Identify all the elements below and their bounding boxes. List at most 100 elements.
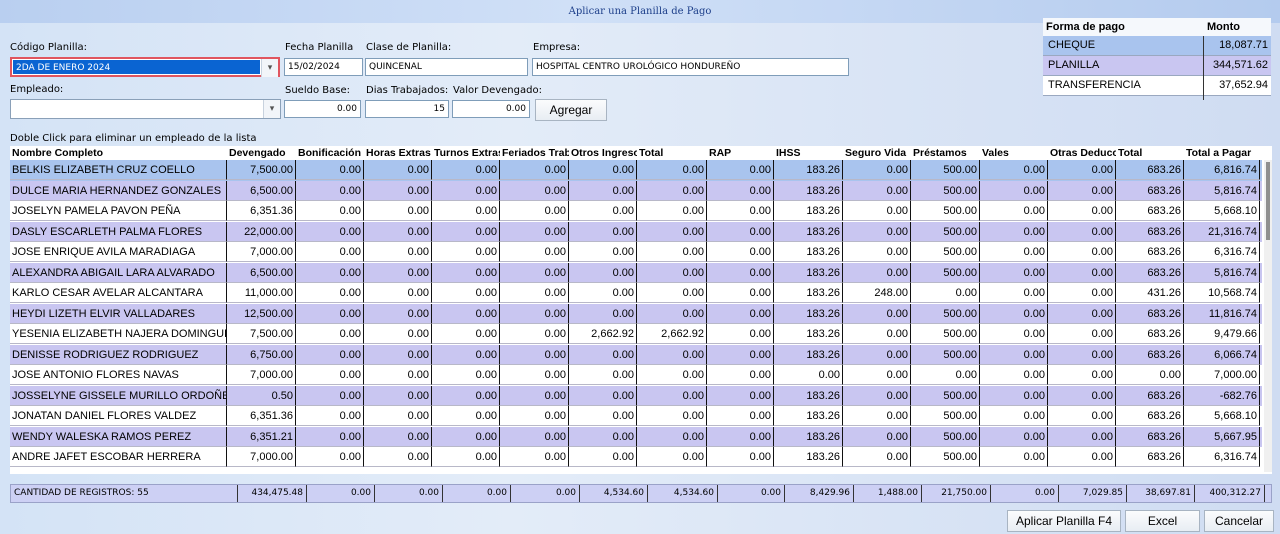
col-bonificacion-header[interactable]: Bonificación	[298, 146, 364, 160]
table-cell: 0.00	[707, 262, 774, 283]
table-cell: 0.00	[843, 365, 911, 385]
payment-row[interactable]: PLANILLA 344,571.62	[1043, 56, 1271, 76]
clase-planilla-field[interactable]: QUINCENAL	[365, 58, 528, 76]
table-cell: 683.26	[1116, 262, 1184, 283]
table-cell: 183.26	[774, 262, 843, 283]
valor-devengado-field[interactable]: 0.00	[452, 100, 530, 118]
empleado-select[interactable]: ▾	[10, 99, 281, 119]
table-cell: 431.26	[1116, 283, 1184, 303]
col-seguro-vida-header[interactable]: Seguro Vida	[845, 146, 911, 160]
table-cell: 6,316.74	[1184, 447, 1260, 467]
excel-button[interactable]: Excel	[1125, 510, 1200, 532]
table-cell: 0.00	[432, 406, 500, 426]
col-rap-header[interactable]: RAP	[709, 146, 774, 160]
agregar-button[interactable]: Agregar	[535, 99, 607, 121]
payment-row[interactable]: CHEQUE 18,087.71	[1043, 36, 1271, 56]
table-cell: 0.00	[569, 426, 637, 447]
table-cell: 7,000.00	[227, 242, 296, 262]
col-total-pagar-header[interactable]: Total a Pagar	[1186, 146, 1260, 160]
col-nombre-header[interactable]: Nombre Completo	[12, 146, 227, 160]
total-cell: 0.00	[307, 485, 375, 502]
table-cell: 0.00	[774, 365, 843, 385]
table-cell: 0.00	[569, 242, 637, 262]
table-cell: 0.00	[364, 324, 432, 344]
table-cell: 500.00	[911, 160, 980, 180]
col-horas-extras-header[interactable]: Horas Extras	[366, 146, 432, 160]
table-row[interactable]: HEYDI LIZETH ELVIR VALLADARES 12,500.00 0.…	[10, 303, 1262, 324]
table-cell: 183.26	[774, 406, 843, 426]
cancelar-button[interactable]: Cancelar	[1204, 510, 1274, 532]
scrollbar-thumb[interactable]	[1266, 162, 1270, 240]
table-cell: 0.00	[1048, 447, 1116, 467]
table-row[interactable]: WENDY WALESKA RAMOS PEREZ 6,351.21 0.00 0.0…	[10, 426, 1262, 447]
table-cell: 0.00	[500, 303, 569, 324]
table-cell: 683.26	[1116, 180, 1184, 201]
payment-row[interactable]: TRANSFERENCIA 37,652.94	[1043, 76, 1271, 96]
table-row[interactable]: KARLO CESAR AVELAR ALCANTARA 11,000.00 0.0…	[10, 283, 1262, 304]
table-cell: 0.00	[432, 324, 500, 344]
table-cell: 0.00	[843, 180, 911, 201]
table-cell: 683.26	[1116, 406, 1184, 426]
employee-grid[interactable]: Nombre Completo Devengado Bonificación Hora…	[10, 146, 1272, 474]
table-cell: 183.26	[774, 447, 843, 467]
table-cell: 183.26	[774, 324, 843, 344]
col-prestamos-header[interactable]: Préstamos	[913, 146, 980, 160]
col-total-deducc-header[interactable]: Total	[1118, 146, 1184, 160]
col-otros-ingresos-header[interactable]: Otros Ingresos	[571, 146, 637, 160]
table-row[interactable]: JONATAN DANIEL FLORES VALDEZ 6,351.36 0.00…	[10, 406, 1262, 427]
table-cell: 0.00	[980, 160, 1048, 180]
table-cell: JONATAN DANIEL FLORES VALDEZ	[10, 406, 227, 426]
table-cell: 6,750.00	[227, 344, 296, 365]
table-cell: DULCE MARIA HERNANDEZ GONZALES	[10, 180, 227, 201]
table-cell: 0.00	[637, 406, 707, 426]
empresa-field[interactable]: HOSPITAL CENTRO UROLÓGICO HONDUREÑO	[532, 58, 849, 76]
codigo-planilla-select[interactable]: 2DA DE ENERO 2024 ▾	[10, 57, 280, 77]
total-cell: 0.00	[718, 485, 785, 502]
table-cell: 0.00	[569, 221, 637, 242]
table-cell: 0.00	[296, 160, 364, 180]
sueldo-base-field[interactable]: 0.00	[284, 100, 361, 118]
table-row[interactable]: YESENIA ELIZABETH NAJERA DOMINGUEZ 7,500.…	[10, 324, 1262, 345]
table-row[interactable]: DULCE MARIA HERNANDEZ GONZALES 6,500.00 0.…	[10, 180, 1262, 201]
dias-trabajados-field[interactable]: 15	[365, 100, 449, 118]
table-row[interactable]: JOSE ANTONIO FLORES NAVAS 7,000.00 0.00 0.0…	[10, 365, 1262, 386]
table-cell: 0.00	[432, 283, 500, 303]
col-vales-header[interactable]: Vales	[982, 146, 1048, 160]
vertical-scrollbar[interactable]	[1264, 160, 1272, 472]
table-cell: 7,000.00	[1184, 365, 1260, 385]
clase-label: Clase de Planilla:	[366, 42, 452, 53]
col-ihss-header[interactable]: IHSS	[776, 146, 843, 160]
table-cell: 9,479.66	[1184, 324, 1260, 344]
payment-amount: 344,571.62	[1212, 59, 1268, 71]
chevron-down-icon[interactable]: ▾	[263, 100, 280, 118]
table-cell: 0.00	[500, 365, 569, 385]
table-cell: 0.00	[569, 283, 637, 303]
codigo-planilla-value: 2DA DE ENERO 2024	[13, 60, 260, 74]
col-otras-deducc-header[interactable]: Otras Deducc	[1050, 146, 1116, 160]
table-row[interactable]: DENISSE RODRIGUEZ RODRIGUEZ 6,750.00 0.00 0…	[10, 344, 1262, 365]
table-cell: 0.00	[296, 365, 364, 385]
col-total-ingresos-header[interactable]: Total	[639, 146, 707, 160]
table-cell: 0.00	[1048, 180, 1116, 201]
grid-header: Nombre Completo Devengado Bonificación Hora…	[10, 146, 1262, 160]
table-row[interactable]: DASLY ESCARLETH PALMA FLORES 22,000.00 0.0…	[10, 221, 1262, 242]
table-row[interactable]: BELKIS ELIZABETH CRUZ COELLO 7,500.00 0.00…	[10, 160, 1262, 181]
table-cell: 500.00	[911, 262, 980, 283]
table-cell: 0.00	[637, 201, 707, 221]
chevron-down-icon[interactable]: ▾	[261, 59, 278, 77]
col-turnos-extras-header[interactable]: Turnos Extras	[434, 146, 500, 160]
col-feriados-header[interactable]: Feriados Trab	[502, 146, 569, 160]
total-cell: 8,429.96	[785, 485, 854, 502]
table-cell: 0.00	[432, 221, 500, 242]
table-row[interactable]: JOSE ENRIQUE AVILA MARADIAGA 7,000.00 0.00…	[10, 242, 1262, 263]
table-cell: 2,662.92	[637, 324, 707, 344]
fecha-planilla-field[interactable]: 15/02/2024	[284, 58, 363, 76]
table-row[interactable]: ALEXANDRA ABIGAIL LARA ALVARADO 6,500.00 0…	[10, 262, 1262, 283]
table-cell: 0.00	[843, 447, 911, 467]
aplicar-planilla-button[interactable]: Aplicar Planilla F4	[1007, 510, 1121, 532]
table-row[interactable]: ANDRE JAFET ESCOBAR HERRERA 7,000.00 0.00 0…	[10, 447, 1262, 468]
table-row[interactable]: JOSSELYNE GISSELE MURILLO ORDOÑEZ 0.50 0.0…	[10, 385, 1262, 406]
empresa-label: Empresa:	[533, 42, 581, 53]
col-devengado-header[interactable]: Devengado	[229, 146, 296, 160]
table-row[interactable]: JOSELYN PAMELA PAVON PEÑA 6,351.36 0.00 0.0…	[10, 201, 1262, 222]
